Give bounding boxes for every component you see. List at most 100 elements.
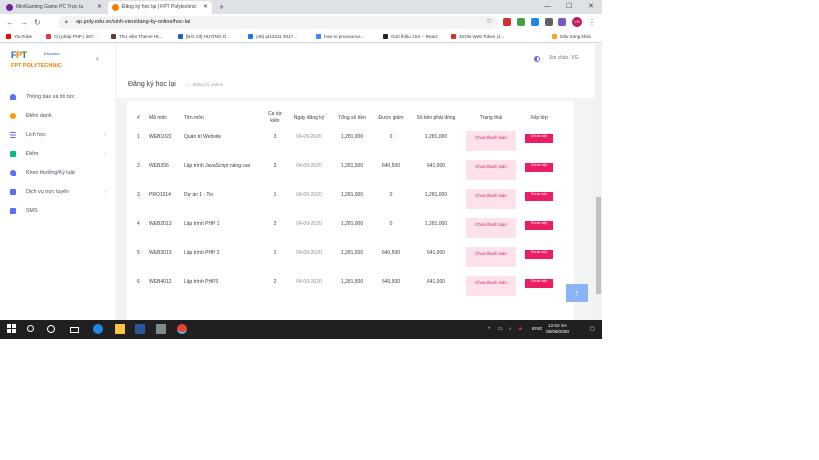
maximize-icon[interactable]: ☐ bbox=[566, 0, 572, 13]
chrome-icon[interactable] bbox=[177, 324, 187, 334]
assign-class-button[interactable]: Chưa xếp bbox=[525, 163, 553, 172]
tab-close-icon[interactable]: ✕ bbox=[97, 1, 102, 14]
address-bar[interactable]: 🔒︎ ap.poly.edu.vn/sinh-vien/dang-ky-onli… bbox=[58, 16, 498, 29]
logo-mark: FPT bbox=[11, 50, 27, 60]
theme-toggle-icon[interactable] bbox=[534, 56, 540, 62]
sidebar-item-attendance[interactable]: Điểm danh bbox=[10, 110, 108, 122]
cell-payable: 1,281,000 bbox=[424, 192, 448, 198]
cell-discount: 0 bbox=[389, 134, 393, 140]
app-icon[interactable] bbox=[156, 324, 166, 334]
cell-code: WEB2013 bbox=[149, 221, 172, 227]
cell-action: Chưa xếp bbox=[520, 216, 558, 245]
bookmark-item[interactable]: how to pronounce... bbox=[316, 31, 364, 42]
other-bookmarks[interactable]: Dấu trang khác bbox=[552, 31, 591, 42]
cell-no: 2 bbox=[137, 163, 140, 169]
minimize-icon[interactable]: — bbox=[544, 0, 551, 13]
assign-class-button[interactable]: Chưa xếp bbox=[525, 192, 553, 201]
scroll-to-top-button[interactable]: ↑ bbox=[566, 284, 588, 302]
bookmark-item[interactable]: Thư viện Theme Ht... bbox=[111, 31, 162, 42]
cell-payable: 1,281,000 bbox=[424, 221, 448, 227]
task-view-icon[interactable] bbox=[47, 325, 55, 333]
antivirus-icon[interactable]: ■ bbox=[519, 320, 522, 339]
cell-total: 1,281,000 bbox=[340, 221, 364, 227]
message-icon bbox=[10, 208, 16, 214]
sidebar-item-online-services[interactable]: Dịch vụ trực tuyến › bbox=[10, 186, 108, 198]
new-tab-icon[interactable]: + bbox=[219, 1, 224, 14]
tray-arrow-icon[interactable]: ^ bbox=[488, 320, 490, 339]
table-row: 4 WEB2013 Lập trình PHP 1 2 04-09-2020 1… bbox=[137, 216, 558, 245]
fpt-polytechnic-logo[interactable]: FPT Education FPT POLYTECHNIC bbox=[11, 50, 81, 72]
forward-icon[interactable]: → bbox=[20, 16, 28, 29]
bookmark-item[interactable]: JSON Web Token (J... bbox=[451, 31, 504, 42]
assign-class-button[interactable]: Chưa xếp bbox=[525, 250, 553, 259]
bookmark-item[interactable]: (46) pt12311 2017... bbox=[248, 31, 297, 42]
cell-action: Chưa xếp bbox=[520, 187, 558, 216]
cell-shift: 2 bbox=[273, 221, 277, 227]
tab-close-icon[interactable]: ✕ bbox=[203, 1, 208, 14]
bookmark-star-icon[interactable]: ☆ bbox=[486, 15, 492, 28]
assign-class-button[interactable]: Chưa xếp bbox=[525, 221, 553, 230]
task-view-icon[interactable] bbox=[70, 327, 79, 333]
assign-class-button[interactable]: Chưa xếp bbox=[525, 279, 553, 288]
scrollbar-thumb[interactable] bbox=[596, 197, 601, 294]
bookmark-item[interactable]: Cú pháp PHP | 287... bbox=[46, 31, 97, 42]
home-icon[interactable]: ⌂ bbox=[186, 82, 189, 87]
extension-abp-icon[interactable] bbox=[503, 18, 511, 26]
input-language[interactable]: ENG bbox=[532, 320, 542, 339]
file-explorer-icon[interactable] bbox=[115, 324, 125, 334]
cell-status: Chưa thanh toán bbox=[462, 158, 520, 187]
cell-discount: 640,500 bbox=[381, 250, 401, 256]
search-icon[interactable] bbox=[27, 325, 34, 332]
cell-discount: 0 bbox=[389, 221, 393, 227]
cell-payable: 641,000 bbox=[426, 250, 446, 256]
sidebar-item-announcements[interactable]: Thông báo và tin tức bbox=[10, 91, 108, 103]
edge-icon[interactable] bbox=[93, 324, 103, 334]
cell-shift: 2 bbox=[273, 279, 277, 285]
sidebar-item-schedule[interactable]: Lịch học › bbox=[10, 129, 108, 141]
extensions-puzzle-icon[interactable] bbox=[545, 18, 553, 26]
tab-minigaming[interactable]: MiniGaming Game PC Trực tu ✕ bbox=[2, 1, 106, 14]
back-icon[interactable]: ← bbox=[6, 16, 14, 29]
bookmark-icon bbox=[383, 34, 388, 39]
bookmark-item[interactable]: [BÀI 23] HƯỚNG D... bbox=[178, 31, 230, 42]
assign-class-button[interactable]: Chưa xếp bbox=[525, 134, 553, 143]
sidebar-item-sms[interactable]: SMS bbox=[10, 205, 108, 217]
network-icon[interactable]: ▭ bbox=[498, 320, 503, 339]
collapse-sidebar-icon[interactable]: ‹ bbox=[96, 54, 99, 63]
extension-blue-icon[interactable] bbox=[531, 18, 539, 26]
sidebar-item-label: Điểm danh bbox=[26, 113, 52, 119]
cell-action: Chưa xếp bbox=[520, 245, 558, 274]
sidebar-item-grades[interactable]: Điểm › bbox=[10, 148, 108, 160]
extension-green-icon[interactable] bbox=[517, 18, 525, 26]
word-icon[interactable] bbox=[135, 324, 145, 334]
cell-code: WEB1022 bbox=[149, 134, 172, 140]
bookmark-item[interactable]: YouTube bbox=[6, 31, 32, 42]
user-greeting[interactable]: Xin chào, VG bbox=[549, 55, 578, 61]
profile-avatar[interactable]: VG bbox=[572, 17, 582, 27]
tab-dang-ky-hoc-lai[interactable]: Đăng ký học lại | FPT Polytechnic ✕ bbox=[108, 1, 212, 14]
extension-purple-icon[interactable] bbox=[558, 18, 566, 26]
cell-date: 04-09-2020 bbox=[296, 221, 322, 227]
system-clock[interactable]: 12:53 SA 08/09/2020 bbox=[546, 323, 569, 335]
cell-total: 1,281,500 bbox=[340, 250, 364, 256]
retake-registration-table: # Mã môn Tên môn Ca dự kiến Ngày đăng ký… bbox=[137, 107, 558, 303]
status-badge: Chưa thanh toán bbox=[466, 131, 516, 151]
registration-card: # Mã môn Tên môn Ca dự kiến Ngày đăng ký… bbox=[127, 101, 574, 320]
notifications-icon[interactable]: ▢ bbox=[590, 320, 595, 339]
status-badge: Chưa thanh toán bbox=[466, 247, 516, 267]
windows-start-icon[interactable] bbox=[7, 324, 17, 334]
browser-menu-icon[interactable]: ⋮ bbox=[588, 16, 596, 29]
volume-icon[interactable]: ♪ bbox=[509, 320, 511, 339]
cell-status: Chưa thanh toán bbox=[462, 216, 520, 245]
cell-shift: 1 bbox=[273, 250, 277, 256]
window-close-icon[interactable]: ✕ bbox=[588, 0, 594, 13]
sidebar-item-rewards[interactable]: Khen thưởng/Kỷ luật bbox=[10, 167, 108, 179]
bookmark-item[interactable]: Giới thiệu JSX – React bbox=[383, 31, 438, 42]
breadcrumb-item[interactable]: Đăng ký online bbox=[193, 82, 223, 87]
chevron-right-icon: › bbox=[104, 189, 106, 195]
reload-icon[interactable]: ↻ bbox=[34, 16, 41, 29]
cell-payable: 641,000 bbox=[426, 279, 446, 285]
column-header: Trạng thái bbox=[479, 114, 503, 121]
page-header: Xin chào, VG Đăng ký học lại ⌂ › Đăng ký… bbox=[116, 44, 595, 98]
cell-total: 1,281,500 bbox=[340, 163, 364, 169]
